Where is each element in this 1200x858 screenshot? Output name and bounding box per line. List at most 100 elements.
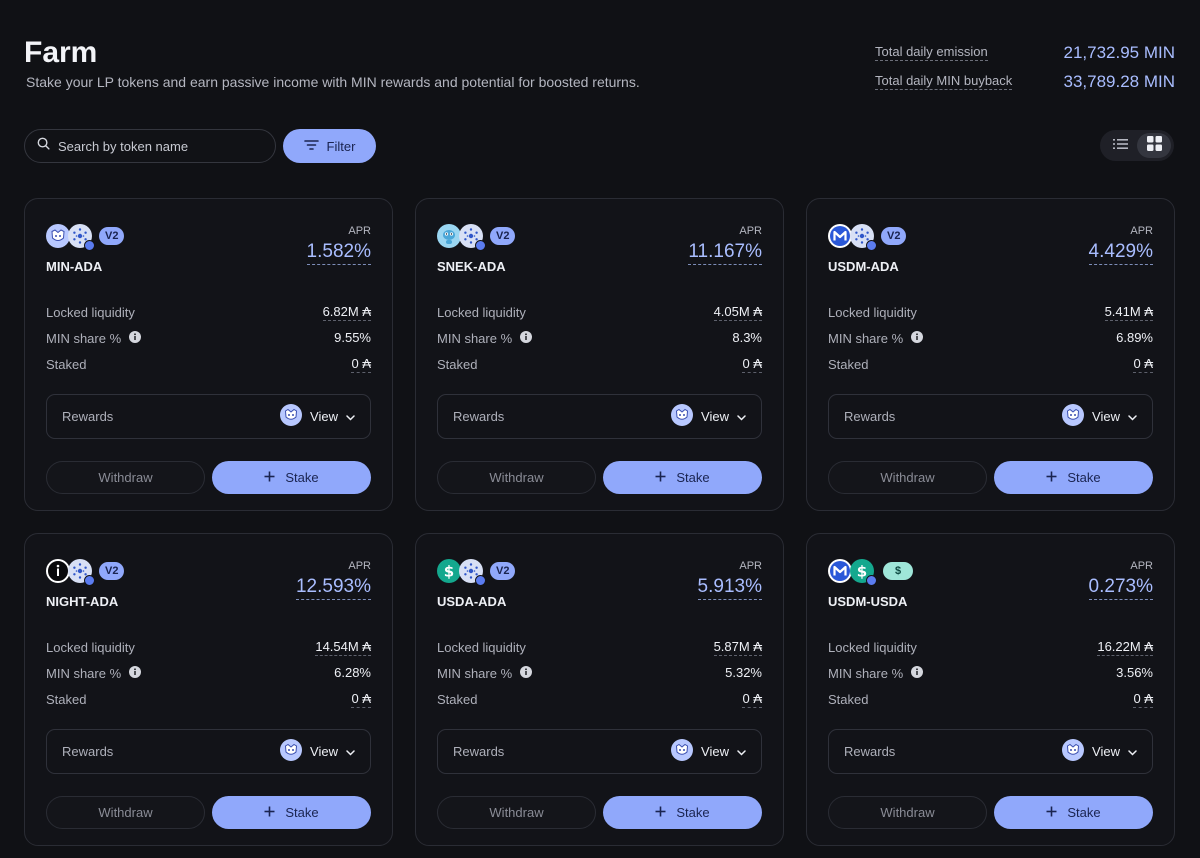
staked-value[interactable]: 0 ₳ [742, 356, 762, 373]
chevron-down-icon [346, 409, 355, 424]
stat-daily-buyback: Total daily MIN buyback 33,789.28 MIN [875, 67, 1175, 96]
locked-liquidity-value[interactable]: 5.41M ₳ [1104, 304, 1153, 321]
view-rewards-button[interactable]: View [280, 739, 355, 764]
stake-button[interactable]: Stake [994, 461, 1153, 494]
info-icon[interactable] [129, 330, 142, 346]
stake-button[interactable]: Stake [603, 796, 762, 829]
rewards-label: Rewards [62, 744, 114, 759]
stake-button[interactable]: Stake [212, 461, 371, 494]
view-label: View [310, 744, 338, 759]
min-reward-icon [671, 739, 694, 764]
stake-button[interactable]: Stake [212, 796, 371, 829]
chevron-down-icon [1128, 744, 1137, 759]
rewards-box: Rewards View [437, 729, 762, 774]
apr-value[interactable]: 11.167% [688, 241, 762, 265]
page-subtitle: Stake your LP tokens and earn passive in… [26, 74, 640, 90]
stat-label[interactable]: Total daily MIN buyback [875, 73, 1013, 90]
plus-icon [264, 470, 275, 485]
min-share-value: 5.32% [725, 665, 762, 680]
usdm-icon [828, 224, 852, 248]
chevron-down-icon [737, 409, 746, 424]
view-label: View [310, 409, 338, 424]
apr-value[interactable]: 4.429% [1088, 241, 1153, 265]
apr-label: APR [1130, 225, 1153, 237]
rewards-box: Rewards View [828, 394, 1153, 439]
withdraw-button[interactable]: Withdraw [437, 796, 596, 829]
plus-icon [655, 805, 666, 820]
stat-value: 21,732.95 MIN [1063, 42, 1175, 62]
filter-label: Filter [326, 138, 356, 154]
version-badge: V2 [99, 562, 125, 580]
apr-label: APR [739, 225, 762, 237]
withdraw-button[interactable]: Withdraw [46, 461, 205, 494]
withdraw-button[interactable]: Withdraw [437, 461, 596, 494]
row-label: Staked [828, 691, 869, 707]
pair-name: MIN-ADA [46, 259, 103, 274]
farm-card-usda-ada: $ V2 USDA-ADA APR 5.913% Locked liquidit… [415, 533, 784, 846]
usda-icon: $ [437, 559, 461, 583]
rewards-label: Rewards [844, 744, 896, 759]
apr-value[interactable]: 12.593% [295, 576, 371, 600]
min-reward-icon [671, 404, 694, 429]
search-input[interactable] [58, 138, 258, 154]
view-label: View [1092, 744, 1120, 759]
apr-value[interactable]: 1.582% [306, 241, 371, 265]
info-icon[interactable] [520, 330, 533, 346]
pair-name: SNEK-ADA [437, 259, 506, 274]
stake-button[interactable]: Stake [994, 796, 1153, 829]
search-box[interactable] [24, 129, 276, 163]
staked-value[interactable]: 0 ₳ [1133, 356, 1153, 373]
staked-value[interactable]: 0 ₳ [742, 691, 762, 708]
apr-value[interactable]: 0.273% [1088, 576, 1153, 600]
view-rewards-button[interactable]: View [1062, 404, 1137, 429]
list-icon [1112, 137, 1128, 155]
apr-value[interactable]: 5.913% [697, 576, 762, 600]
stake-button[interactable]: Stake [603, 461, 762, 494]
locked-liquidity-value[interactable]: 5.87M ₳ [713, 639, 762, 656]
plus-icon [264, 805, 275, 820]
info-icon[interactable] [911, 665, 924, 681]
view-rewards-button[interactable]: View [1062, 739, 1137, 764]
view-rewards-button[interactable]: View [671, 739, 746, 764]
row-label: MIN share % [437, 665, 533, 681]
withdraw-button[interactable]: Withdraw [828, 461, 987, 494]
pair-icons: $ V2 [437, 558, 516, 586]
info-icon[interactable] [911, 330, 924, 346]
pair-icons: V2 [437, 223, 516, 251]
staked-row: Staked 0 ₳ [46, 351, 371, 377]
min-share-row: MIN share % 5.32% [437, 660, 762, 686]
version-badge: V2 [99, 227, 125, 245]
info-icon[interactable] [520, 665, 533, 681]
staked-value[interactable]: 0 ₳ [1133, 691, 1153, 708]
row-label: Staked [46, 691, 87, 707]
rewards-label: Rewards [453, 409, 505, 424]
version-badge: V2 [490, 227, 516, 245]
farm-card-snek-ada: V2 SNEK-ADA APR 11.167% Locked liquidity… [415, 198, 784, 511]
view-rewards-button[interactable]: View [280, 404, 355, 429]
plus-icon [655, 470, 666, 485]
rewards-label: Rewards [844, 409, 896, 424]
chevron-down-icon [346, 744, 355, 759]
locked-liquidity-row: Locked liquidity 14.54M ₳ [46, 634, 371, 660]
ada-icon [68, 559, 95, 586]
filter-button[interactable]: Filter [283, 129, 376, 163]
grid-view-button[interactable] [1137, 133, 1171, 158]
locked-liquidity-value[interactable]: 14.54M ₳ [315, 639, 371, 656]
locked-liquidity-row: Locked liquidity 5.41M ₳ [828, 299, 1153, 325]
locked-liquidity-value[interactable]: 16.22M ₳ [1097, 639, 1153, 656]
staked-value[interactable]: 0 ₳ [351, 691, 371, 708]
staked-row: Staked 0 ₳ [828, 686, 1153, 712]
row-label: Staked [46, 356, 87, 372]
stake-label: Stake [1067, 805, 1101, 820]
info-icon[interactable] [129, 665, 142, 681]
view-rewards-button[interactable]: View [671, 404, 746, 429]
snek-icon [437, 224, 461, 248]
list-view-button[interactable] [1103, 133, 1137, 158]
locked-liquidity-value[interactable]: 6.82M ₳ [322, 304, 371, 321]
locked-liquidity-value[interactable]: 4.05M ₳ [713, 304, 762, 321]
staked-value[interactable]: 0 ₳ [351, 356, 371, 373]
row-label: Locked liquidity [828, 304, 917, 320]
withdraw-button[interactable]: Withdraw [828, 796, 987, 829]
stat-label[interactable]: Total daily emission [875, 44, 988, 61]
withdraw-button[interactable]: Withdraw [46, 796, 205, 829]
